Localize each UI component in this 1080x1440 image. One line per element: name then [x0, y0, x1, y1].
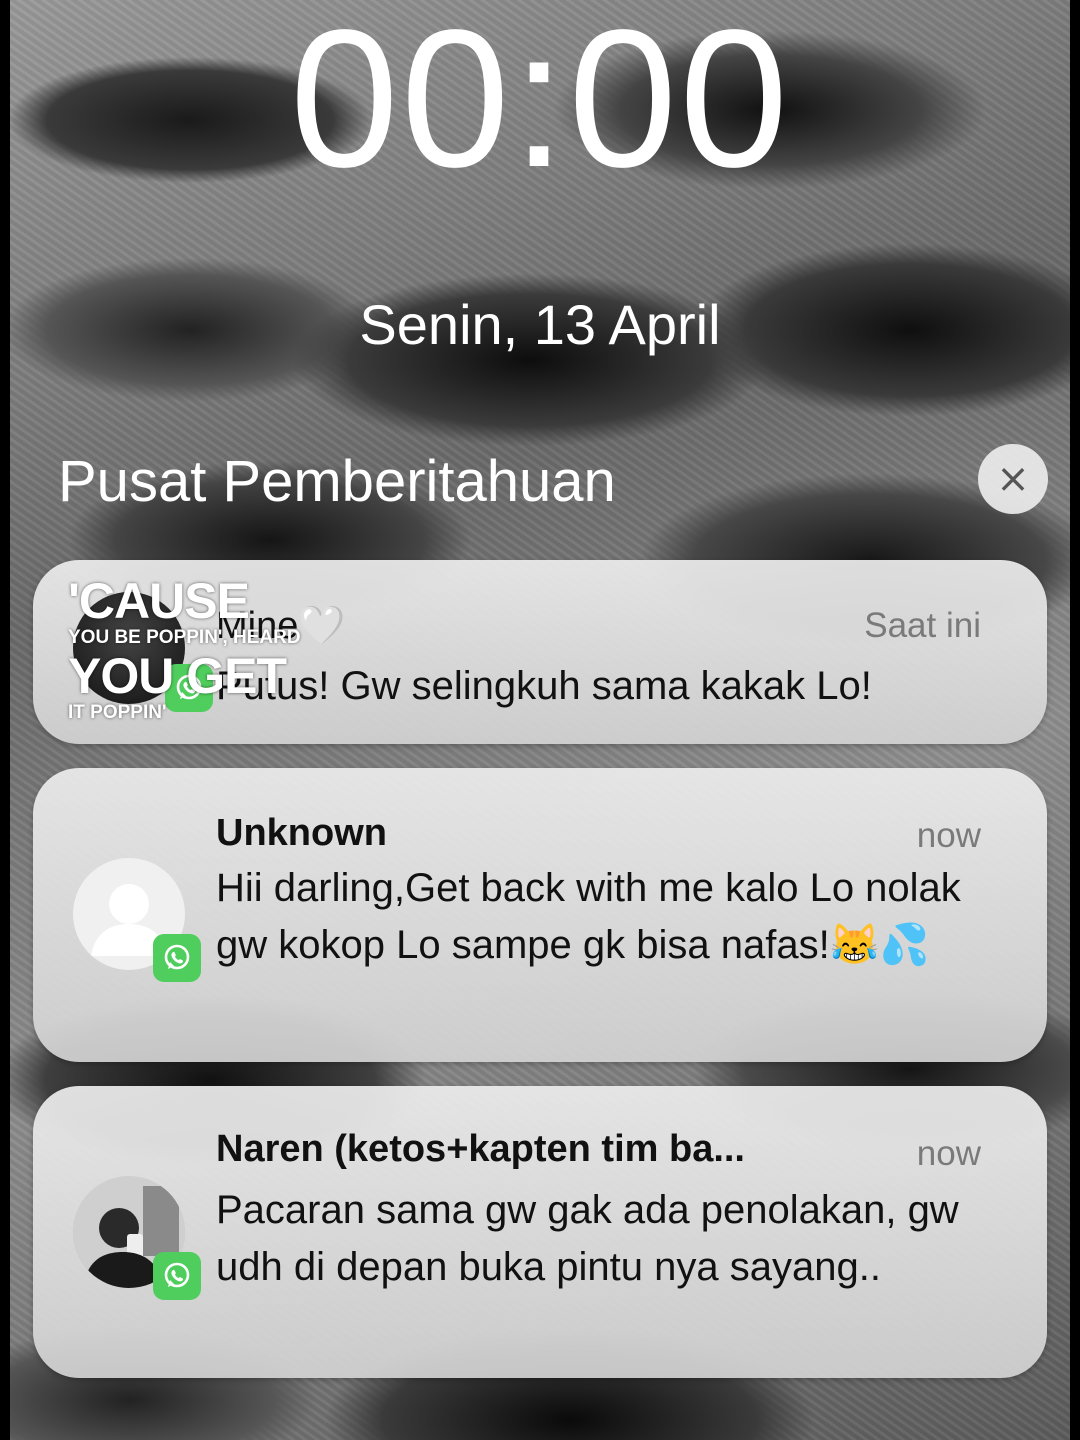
notification-time: Saat ini	[864, 606, 981, 645]
close-icon: ×	[996, 456, 1030, 502]
notification-center-title: Pusat Pemberitahuan	[58, 449, 616, 514]
notification-time: now	[916, 1134, 981, 1173]
notification-sender: Unknown	[216, 812, 387, 854]
notification-message: Pacaran sama gw gak ada penolakan, gw ud…	[216, 1188, 959, 1289]
sticker-line: 'CAUSE	[68, 573, 250, 629]
notification-sender: Naren (ketos+kapten tim ba...	[216, 1128, 745, 1170]
notification-message: Putus! Gw selingkuh sama kakak Lo!	[216, 664, 872, 708]
sticker-line: YOU GET	[68, 648, 287, 704]
notification-time: now	[916, 816, 981, 855]
notification-card[interactable]: Unknown now Hii darling,Get back with me…	[33, 768, 1047, 1062]
clear-notifications-button[interactable]: ×	[978, 444, 1048, 514]
lockscreen-date: Senin, 13 April	[359, 293, 721, 356]
lockscreen-clock: 00:00	[289, 0, 791, 208]
lyrics-sticker: 'CAUSE YOU BE POPPIN', HEARD YOU GET IT …	[68, 576, 301, 726]
whatsapp-icon	[153, 934, 201, 982]
notification-card[interactable]: Naren (ketos+kapten tim ba... now Pacara…	[33, 1086, 1047, 1378]
sticker-line: IT POPPIN'	[68, 702, 167, 723]
whatsapp-icon	[153, 1252, 201, 1300]
notification-message: Hii darling,Get back with me kalo Lo nol…	[216, 866, 961, 967]
sticker-line: YOU BE POPPIN', HEARD	[68, 627, 301, 648]
